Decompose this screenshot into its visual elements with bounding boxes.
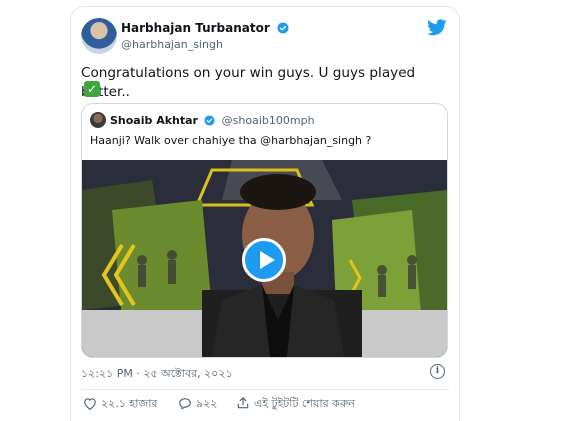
quoted-author-avatar[interactable] xyxy=(90,112,106,128)
verified-badge-icon xyxy=(204,115,215,126)
quoted-tweet-text: Haanji? Walk over chahiye tha @harbhajan… xyxy=(90,134,372,147)
heart-icon xyxy=(84,398,96,411)
tweet-card[interactable]: Harbhajan Turbanator @harbhajan_singh Co… xyxy=(70,6,460,421)
divider xyxy=(81,389,449,390)
info-icon[interactable]: i xyxy=(430,364,445,379)
share-icon xyxy=(237,397,249,409)
author-name-row[interactable]: Harbhajan Turbanator xyxy=(121,21,289,35)
video-player[interactable] xyxy=(82,160,447,357)
author-handle[interactable]: @harbhajan_singh xyxy=(121,38,223,51)
quoted-author-name[interactable]: Shoaib Akhtar xyxy=(110,114,198,127)
quoted-tweet[interactable]: Shoaib Akhtar @shoaib100mph Haanji? Walk… xyxy=(81,103,448,358)
tweet-timestamp[interactable]: ১২:২১ PM · ২৫ অক্টোবর, ২০২১ xyxy=(81,365,233,384)
quoted-author-row[interactable]: Shoaib Akhtar @shoaib100mph xyxy=(110,114,315,127)
share-button[interactable]: এই টুইটটি শেয়ার করুন xyxy=(236,395,355,414)
reply-bubble-icon xyxy=(179,398,191,410)
play-button[interactable] xyxy=(242,238,286,282)
author-name[interactable]: Harbhajan Turbanator xyxy=(121,21,270,35)
quoted-author-handle[interactable]: @shoaib100mph xyxy=(222,114,315,127)
tweet-text: Congratulations on your win guys. U guys… xyxy=(81,65,416,100)
author-avatar[interactable] xyxy=(81,18,117,54)
share-label: এই টুইটটি শেয়ার করুন xyxy=(254,397,355,410)
like-button[interactable]: ২২.১ হাজার xyxy=(83,395,158,414)
like-count: ২২.১ হাজার xyxy=(101,397,158,410)
reply-count: ৯২২ xyxy=(196,397,218,410)
check-mark-emoji-icon: ✓ xyxy=(84,81,100,97)
twitter-bird-icon[interactable] xyxy=(427,19,447,36)
reply-button[interactable]: ৯২২ xyxy=(178,395,217,414)
verified-badge-icon xyxy=(277,22,289,34)
